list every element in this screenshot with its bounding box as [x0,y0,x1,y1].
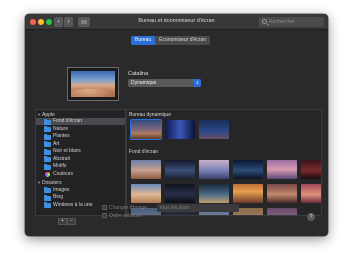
remove-folder-button[interactable]: − [67,218,76,225]
help-button[interactable]: ? [307,213,315,221]
sidebar-edit-buttons: + − [58,218,76,225]
change-picture-checkbox[interactable] [102,205,107,210]
thumbnail-dynamic-2[interactable] [165,120,195,139]
thumbnail-dynamic-3[interactable] [199,120,229,139]
folder-icon [44,202,51,208]
thumbnail-wallpaper-3[interactable] [199,160,229,179]
title-bar: ‹ › Bureau et économiseur d'écran [25,14,328,30]
sidebar-group-dossiers[interactable]: ▼Dossiers [36,179,125,186]
thumbnail-wallpaper-10[interactable] [233,184,263,203]
add-folder-button[interactable]: + [58,218,67,225]
search-input[interactable] [269,18,321,26]
thumbnail-wallpaper-1[interactable] [131,160,161,179]
sidebar-item-nature[interactable]: Nature [36,126,125,133]
sidebar-item-motifs[interactable]: Motifs [36,163,125,170]
sidebar-item-couleurs[interactable]: Couleurs [36,171,125,178]
folder-icon [44,126,51,132]
interval-popup[interactable]: tous les jours [157,204,239,212]
thumbnail-catalina-dynamic[interactable] [131,120,161,139]
folder-icon [44,133,51,140]
folder-icon [44,194,51,201]
preferences-window: ‹ › Bureau et économiseur d'écran Bureau… [25,14,328,236]
wallpaper-browser: Bureau dynamique Fond d'écran [126,109,322,216]
dynamic-mode-value: Dynamique [131,80,157,86]
tab-economiseur[interactable]: Économiseur d'écran [155,36,210,45]
interval-value: tous les jours [160,205,190,211]
wallpaper-name: Catalina [128,71,149,77]
wallpaper-preview [67,67,119,101]
tab-control: Bureau Économiseur d'écran [131,36,210,45]
thumbnail-wallpaper-7[interactable] [131,184,161,203]
sidebar-item-bing[interactable]: Bing [36,194,125,201]
section-title-dynamic: Bureau dynamique [129,112,171,118]
thumbnail-wallpaper-9[interactable] [199,184,229,203]
folder-icon [44,187,51,193]
folder-icon [44,118,51,125]
wallpaper-preview-image [71,71,115,97]
sidebar-item-fond-ecran[interactable]: Fond d'écran [36,118,125,125]
thumbnail-wallpaper-5[interactable] [267,160,297,179]
sidebar-item-plantes[interactable]: Plantes [36,133,125,140]
chevron-updown-icon: ⇕ [194,79,201,87]
folder-icon [44,148,51,155]
sidebar-group-apple[interactable]: ▼Apple [36,111,125,118]
folder-icon [44,156,51,162]
thumbnail-wallpaper-8[interactable] [165,184,195,203]
section-title-wallpaper: Fond d'écran [129,149,159,155]
thumbnail-wallpaper-2[interactable] [165,160,195,179]
color-wheel-icon [45,171,50,177]
sidebar-item-art[interactable]: Art [36,141,125,148]
dynamic-mode-popup[interactable]: Dynamique ⇕ [128,79,201,87]
source-list: ▼Apple Fond d'écran Nature Plantes Art N… [35,109,126,216]
thumbnail-wallpaper-17[interactable] [267,208,297,215]
sidebar-item-images[interactable]: Images [36,187,125,194]
search-icon [262,19,267,24]
folder-icon [44,141,51,147]
change-picture-label: Changer d'image : [109,205,150,211]
search-field[interactable] [259,17,324,27]
random-order-checkbox[interactable] [102,213,107,218]
sidebar-item-abstrait[interactable]: Abstrait [36,156,125,163]
thumbnail-wallpaper-4[interactable] [233,160,263,179]
sidebar-item-noir-et-blanc[interactable]: Noir et blanc [36,148,125,155]
tab-bureau[interactable]: Bureau [131,36,156,45]
random-order-label: Ordre aléatoire [109,213,143,219]
folder-icon [44,163,51,170]
thumbnail-wallpaper-11[interactable] [267,184,297,203]
thumbnail-wallpaper-6[interactable] [301,160,321,179]
thumbnail-wallpaper-12[interactable] [301,184,321,203]
